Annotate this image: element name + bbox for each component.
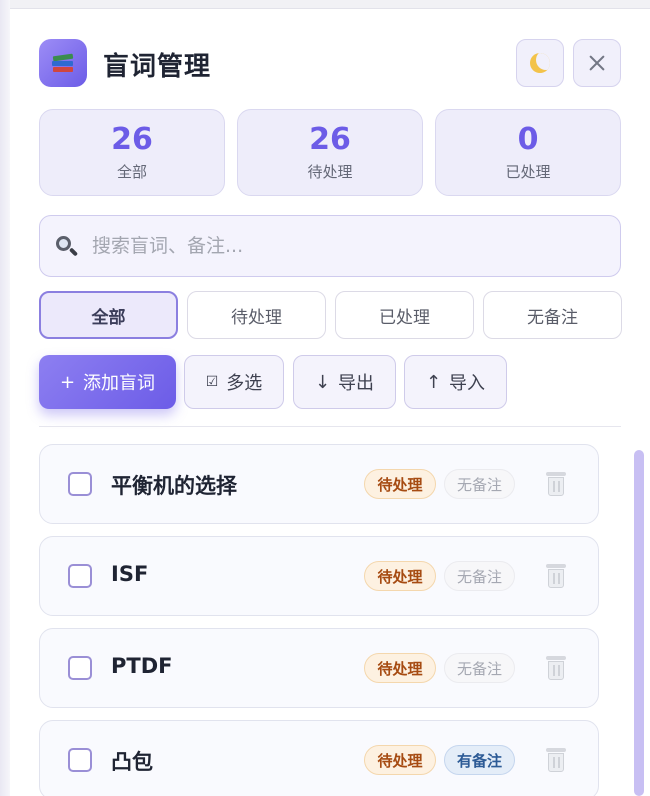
- filter-processed-button[interactable]: 已处理: [335, 291, 474, 339]
- stat-value-processed: 0: [517, 122, 539, 157]
- item-word: 平衡机的选择: [111, 474, 237, 498]
- close-button[interactable]: [573, 39, 621, 87]
- trash-icon[interactable]: [544, 747, 568, 774]
- divider: [39, 426, 621, 427]
- stat-card-pending: 26 待处理: [237, 109, 423, 196]
- item-checkbox[interactable]: [68, 472, 92, 496]
- export-label: 导出: [338, 373, 375, 394]
- item-word: PTDF: [111, 654, 173, 678]
- add-word-button[interactable]: + 添加盲词: [39, 355, 176, 409]
- stat-card-all: 26 全部: [39, 109, 225, 196]
- list-item[interactable]: 平衡机的选择 待处理 无备注: [39, 444, 599, 524]
- status-badge: 待处理: [364, 653, 436, 683]
- panel-title: 盲词管理: [103, 52, 212, 82]
- search-input[interactable]: [92, 228, 602, 264]
- filter-no-note-button[interactable]: 无备注: [483, 291, 622, 339]
- theme-toggle-button[interactable]: [516, 39, 564, 87]
- list-item[interactable]: 凸包 待处理 有备注: [39, 720, 599, 796]
- status-badge: 待处理: [364, 561, 436, 591]
- search-box: [39, 215, 621, 277]
- trash-icon[interactable]: [544, 655, 568, 682]
- list-item[interactable]: ISF 待处理 无备注: [39, 536, 599, 616]
- arrow-down-icon: ↓: [314, 371, 331, 393]
- moon-icon: [530, 53, 550, 73]
- checkbox-icon: ☑: [205, 374, 219, 390]
- trash-icon[interactable]: [544, 471, 568, 498]
- list-item[interactable]: PTDF 待处理 无备注: [39, 628, 599, 708]
- import-label: 导入: [449, 373, 486, 394]
- note-badge: 无备注: [444, 653, 515, 683]
- blind-words-panel: 盲词管理 26 全部 26 待处理 0 已处理 全部 待处理 已处理 无备注 +…: [12, 10, 650, 796]
- item-word: 凸包: [111, 750, 153, 774]
- item-checkbox[interactable]: [68, 564, 92, 588]
- close-icon: [588, 54, 606, 72]
- item-checkbox[interactable]: [68, 656, 92, 680]
- filter-pending-button[interactable]: 待处理: [187, 291, 326, 339]
- books-icon: [39, 39, 87, 87]
- add-word-label: 添加盲词: [83, 373, 156, 394]
- window-top-edge: [0, 0, 650, 9]
- export-button[interactable]: ↓ 导出: [293, 355, 396, 409]
- status-badge: 待处理: [364, 745, 436, 775]
- status-badge: 待处理: [364, 469, 436, 499]
- arrow-up-icon: ↑: [425, 371, 442, 393]
- stat-label-all: 全部: [116, 163, 147, 181]
- note-badge: 无备注: [444, 561, 515, 591]
- stat-card-processed: 0 已处理: [435, 109, 621, 196]
- plus-icon: +: [59, 371, 76, 393]
- trash-icon[interactable]: [544, 563, 568, 590]
- window-left-edge: [0, 0, 10, 796]
- item-word: ISF: [111, 562, 149, 586]
- stat-label-pending: 待处理: [307, 163, 353, 181]
- note-badge: 有备注: [444, 745, 515, 775]
- stat-label-processed: 已处理: [505, 163, 551, 181]
- filter-all-button[interactable]: 全部: [39, 291, 178, 339]
- note-badge: 无备注: [444, 469, 515, 499]
- scrollbar-thumb[interactable]: [634, 450, 644, 796]
- stat-value-pending: 26: [309, 122, 351, 157]
- stat-value-all: 26: [111, 122, 153, 157]
- item-checkbox[interactable]: [68, 748, 92, 772]
- multi-select-label: 多选: [226, 373, 263, 394]
- import-button[interactable]: ↑ 导入: [404, 355, 507, 409]
- search-icon: [56, 236, 79, 258]
- multi-select-button[interactable]: ☑ 多选: [184, 355, 284, 409]
